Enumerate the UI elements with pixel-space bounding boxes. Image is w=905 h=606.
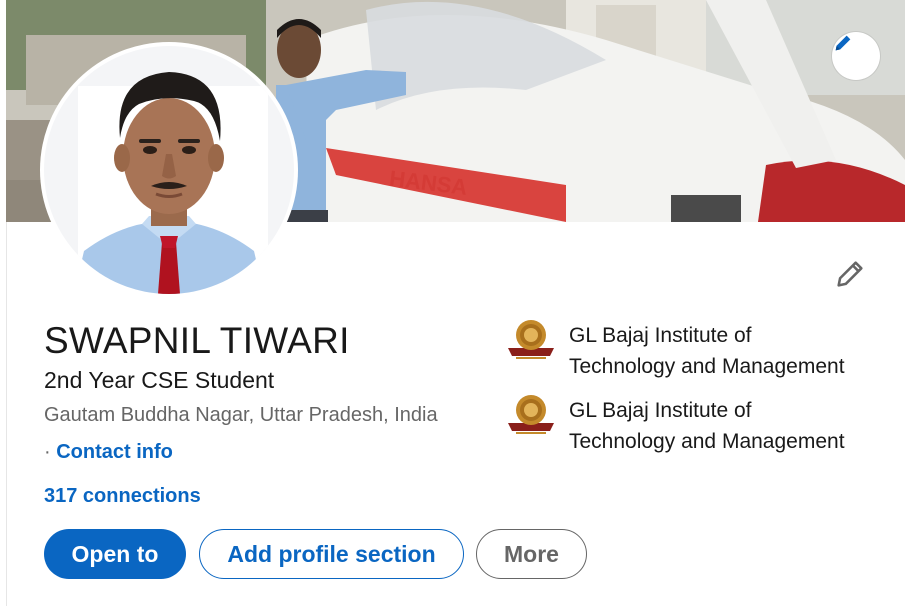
contact-info-row: · Contact info: [44, 441, 173, 464]
add-profile-section-button[interactable]: Add profile section: [199, 529, 464, 579]
institute-logo-icon: [508, 320, 554, 359]
profile-photo[interactable]: [44, 46, 294, 294]
separator-dot: ·: [44, 441, 51, 463]
edit-cover-button[interactable]: [832, 32, 880, 80]
edit-intro-button[interactable]: [826, 250, 874, 298]
education-item[interactable]: GL Bajaj Institute of Technology and Man…: [506, 320, 876, 382]
education-item[interactable]: GL Bajaj Institute of Technology and Man…: [506, 395, 876, 457]
contact-info-link[interactable]: Contact info: [56, 441, 173, 463]
pencil-icon: [835, 35, 851, 51]
profile-photo-image: [44, 46, 294, 294]
education-name-line1: GL Bajaj Institute of: [569, 324, 752, 347]
education-name-line1: GL Bajaj Institute of: [569, 399, 752, 422]
connections-link[interactable]: 317 connections: [44, 485, 201, 508]
education-name-line2: Technology and Management: [569, 355, 845, 378]
profile-location: Gautam Buddha Nagar, Uttar Pradesh, Indi…: [44, 404, 438, 426]
profile-headline: 2nd Year CSE Student: [44, 367, 275, 393]
education-name-line2: Technology and Management: [569, 430, 845, 453]
open-to-button[interactable]: Open to: [44, 529, 186, 579]
pencil-icon: [837, 261, 863, 287]
profile-name: SWAPNIL TIWARI: [44, 320, 350, 361]
more-button[interactable]: More: [476, 529, 587, 579]
institute-logo-icon: [508, 395, 554, 434]
